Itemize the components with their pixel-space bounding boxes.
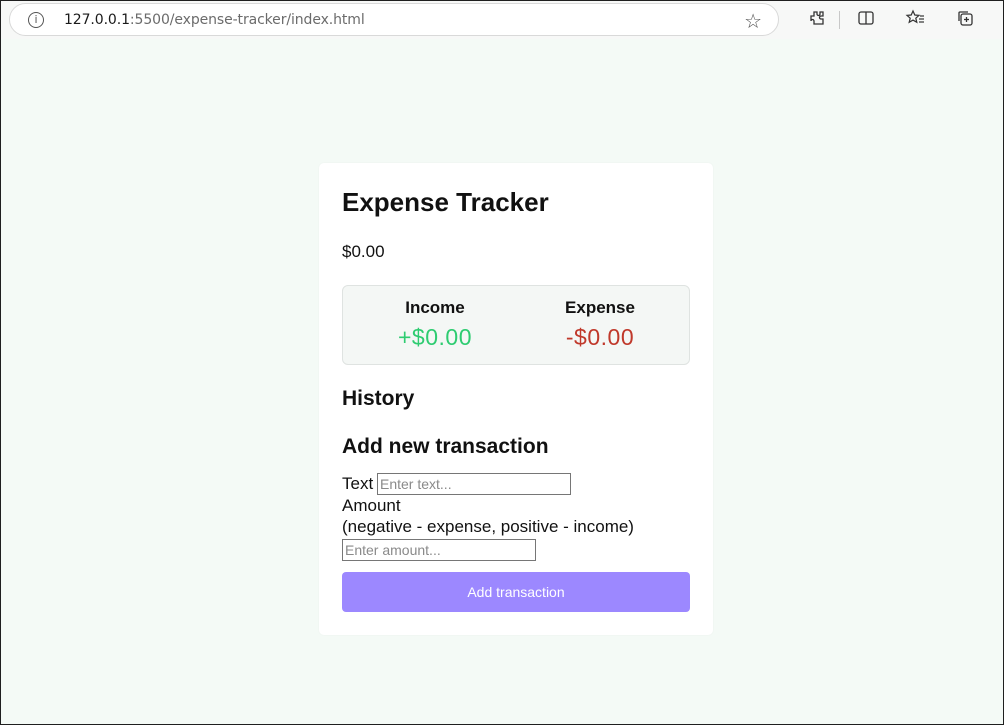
expense-tracker-card: Expense Tracker $0.00 Income +$0.00 Expe… xyxy=(319,163,713,635)
favorites-icon[interactable] xyxy=(905,9,925,29)
income-column: Income +$0.00 xyxy=(348,298,522,351)
split-screen-icon[interactable] xyxy=(856,9,876,29)
amount-hint: (negative - expense, positive - income) xyxy=(342,517,634,536)
toolbar-separator xyxy=(839,11,840,29)
add-transaction-heading: Add new transaction xyxy=(342,435,549,458)
url-text[interactable]: 127.0.0.1:5500/expense-tracker/index.htm… xyxy=(64,12,365,28)
expense-label: Expense xyxy=(565,298,635,317)
expense-column: Expense -$0.00 xyxy=(513,298,687,351)
address-bar[interactable]: i 127.0.0.1:5500/expense-tracker/index.h… xyxy=(9,3,779,36)
income-expense-summary: Income +$0.00 Expense -$0.00 xyxy=(342,285,690,365)
add-transaction-button[interactable]: Add transaction xyxy=(342,572,690,612)
income-label: Income xyxy=(405,298,465,317)
amount-label: Amount xyxy=(342,496,401,515)
url-path: :5500/expense-tracker/index.html xyxy=(129,12,365,28)
text-label: Text xyxy=(342,474,374,493)
favorite-star-icon[interactable]: ☆ xyxy=(744,9,762,33)
collections-icon[interactable] xyxy=(955,9,975,29)
amount-input[interactable] xyxy=(342,539,536,561)
history-heading: History xyxy=(342,387,415,410)
expense-value: -$0.00 xyxy=(565,324,635,350)
text-input[interactable] xyxy=(377,473,571,495)
extensions-icon[interactable] xyxy=(807,9,827,29)
browser-window: i 127.0.0.1:5500/expense-tracker/index.h… xyxy=(0,0,1004,725)
site-info-icon[interactable]: i xyxy=(28,12,44,28)
balance-value: $0.00 xyxy=(342,242,385,261)
page-title: Expense Tracker xyxy=(342,187,549,217)
url-host: 127.0.0.1 xyxy=(64,12,130,28)
browser-toolbar: i 127.0.0.1:5500/expense-tracker/index.h… xyxy=(1,1,1003,39)
income-value: +$0.00 xyxy=(398,324,472,350)
